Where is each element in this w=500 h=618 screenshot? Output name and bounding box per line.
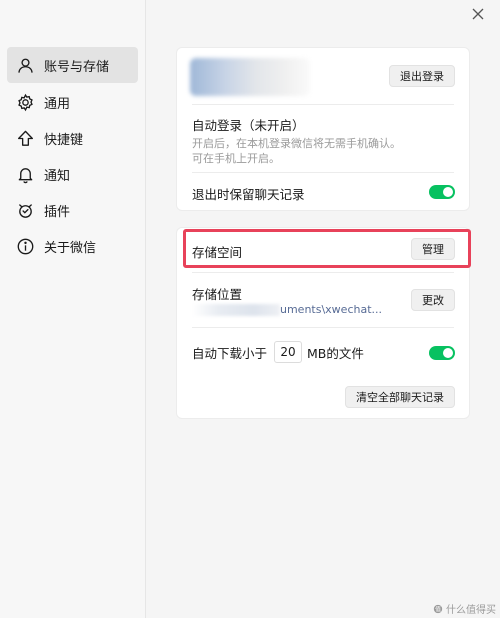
storage-location-label: 存储位置 [192,287,243,302]
logout-button[interactable]: 退出登录 [389,65,455,87]
gear-icon [15,92,35,112]
auto-download-suffix: MB的文件 [307,346,364,361]
divider [192,172,454,173]
sidebar-item-account-storage[interactable]: 账号与存储 [7,47,138,83]
auto-login-desc: 开启后，在本机登录微信将无需手机确认。 [192,137,401,150]
close-button[interactable] [470,6,486,22]
clear-history-button[interactable]: 清空全部聊天记录 [345,386,455,408]
user-icon [15,55,35,75]
keep-history-row: 退出时保留聊天记录 [192,184,454,203]
auto-download-row: 自动下载小于 MB的文件 [192,343,454,362]
sidebar-item-general[interactable]: 通用 [7,84,138,120]
storage-space-label: 存储空间 [192,245,243,260]
sidebar-item-label: 插件 [44,204,71,220]
change-location-button[interactable]: 更改 [411,289,455,311]
watermark-text: 什么值得买 [446,605,496,616]
sidebar-item-label: 通知 [44,168,71,184]
sidebar-item-shortcuts[interactable]: 快捷键 [7,120,138,156]
plugin-icon [15,200,35,220]
sidebar-item-label: 通用 [44,96,71,112]
sidebar-item-label: 快捷键 [44,132,84,148]
divider [192,272,454,273]
manage-button[interactable]: 管理 [411,238,455,260]
auto-login-title: 自动登录（未开启） [192,118,305,133]
sidebar: 账号与存储 通用 快捷键 通知 插件 关于微信 [0,0,146,618]
storage-card: 存储空间 管理 存储位置 uments\xwechat... 更改 自动下载小于… [176,227,470,419]
close-icon [472,8,484,20]
watermark: 值 什么值得买 [433,601,496,616]
bell-icon [15,164,35,184]
svg-text:值: 值 [435,605,441,613]
divider [192,104,454,105]
arrow-up-icon [15,128,35,148]
info-icon [15,236,35,256]
auto-download-size-input[interactable]: 20 [274,341,302,363]
divider [192,327,454,328]
sidebar-item-about[interactable]: 关于微信 [7,228,138,264]
keep-history-toggle[interactable] [429,185,455,199]
sidebar-item-notifications[interactable]: 通知 [7,156,138,192]
sidebar-item-label: 关于微信 [44,240,97,256]
auto-download-toggle[interactable] [429,346,455,360]
keep-history-label: 退出时保留聊天记录 [192,187,305,202]
blurred-path [192,304,280,316]
auto-login-section: 自动登录（未开启） 开启后，在本机登录微信将无需手机确认。 可在手机上开启。 [192,115,454,166]
storage-path-text: uments\xwechat... [280,303,383,316]
watermark-icon: 值 [433,604,443,613]
sidebar-item-plugins[interactable]: 插件 [7,192,138,228]
auto-login-desc-2: 可在手机上开启。 [192,152,280,165]
sidebar-item-label: 账号与存储 [44,59,110,75]
settings-panel: 退出登录 自动登录（未开启） 开启后，在本机登录微信将无需手机确认。 可在手机上… [147,0,500,618]
avatar [190,58,310,96]
account-card: 退出登录 自动登录（未开启） 开启后，在本机登录微信将无需手机确认。 可在手机上… [176,47,470,211]
auto-download-prefix: 自动下载小于 [192,346,268,361]
